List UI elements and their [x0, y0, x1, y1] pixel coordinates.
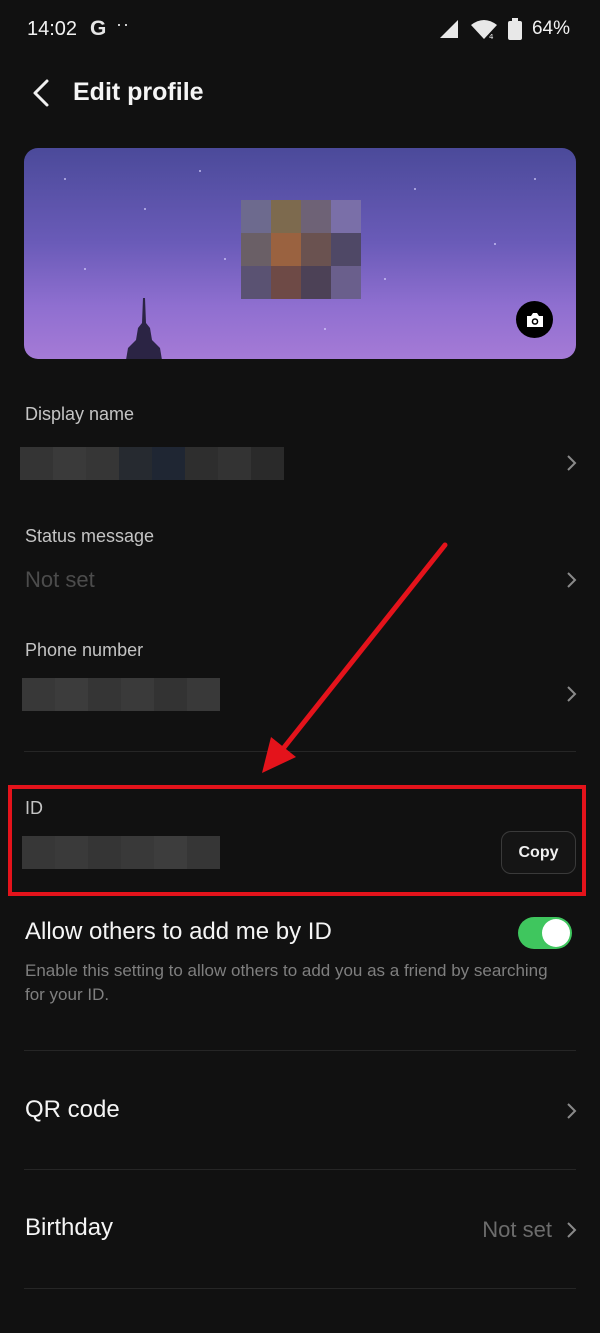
status-indicators: 4 64%	[438, 16, 570, 42]
change-cover-button[interactable]	[516, 301, 553, 338]
phone-number-value-redacted	[22, 678, 220, 711]
chevron-right-icon	[567, 455, 577, 471]
display-name-label: Display name	[25, 404, 135, 424]
back-button[interactable]	[24, 76, 58, 110]
google-icon: G	[90, 17, 107, 40]
camera-icon	[526, 312, 543, 327]
id-label: ID	[25, 798, 43, 818]
phone-number-label: Phone number	[25, 640, 144, 660]
status-message-row[interactable]: Status message Not set	[0, 512, 600, 612]
divider	[24, 1288, 576, 1289]
allow-add-by-id-title: Allow others to add me by ID	[25, 918, 332, 945]
wifi-icon: 4	[470, 20, 497, 40]
divider	[24, 751, 576, 752]
display-name-value-redacted	[20, 447, 284, 480]
divider	[24, 1050, 576, 1051]
profile-cover-image[interactable]	[24, 148, 576, 359]
status-message-value: Not set	[25, 567, 95, 592]
birthday-label: Birthday	[25, 1214, 114, 1241]
status-message-label: Status message	[25, 526, 155, 546]
phone-number-row[interactable]: Phone number	[0, 626, 600, 736]
battery-icon	[507, 18, 522, 40]
svg-text:4: 4	[489, 33, 494, 40]
profile-avatar[interactable]	[241, 200, 361, 310]
back-arrow-icon	[33, 79, 49, 107]
app-header: Edit profile	[0, 62, 600, 126]
divider	[24, 1169, 576, 1170]
chevron-right-icon	[567, 1103, 577, 1119]
qr-code-label: QR code	[25, 1096, 120, 1123]
tower-silhouette	[126, 298, 162, 359]
copy-id-button[interactable]: Copy	[501, 831, 576, 874]
page-title: Edit profile	[73, 78, 204, 106]
display-name-row[interactable]: Display name	[0, 390, 600, 500]
notification-dots: ··	[116, 14, 130, 34]
id-value-redacted	[22, 836, 220, 869]
status-bar: 14:02 G ·· 4 64%	[0, 0, 600, 60]
status-time: 14:02	[27, 18, 78, 40]
birthday-value: Not set	[482, 1217, 552, 1242]
signal-icon	[439, 20, 458, 38]
allow-add-by-id-description: Enable this setting to allow others to a…	[25, 961, 548, 1004]
chevron-right-icon	[567, 1222, 577, 1238]
birthday-row[interactable]: Birthday Not set	[0, 1171, 600, 1287]
chevron-right-icon	[567, 686, 577, 702]
allow-add-by-id-toggle[interactable]	[518, 917, 572, 949]
battery-percent: 64%	[531, 18, 570, 39]
toggle-knob	[542, 919, 570, 947]
chevron-right-icon	[567, 572, 577, 588]
qr-code-row[interactable]: QR code	[0, 1052, 600, 1168]
